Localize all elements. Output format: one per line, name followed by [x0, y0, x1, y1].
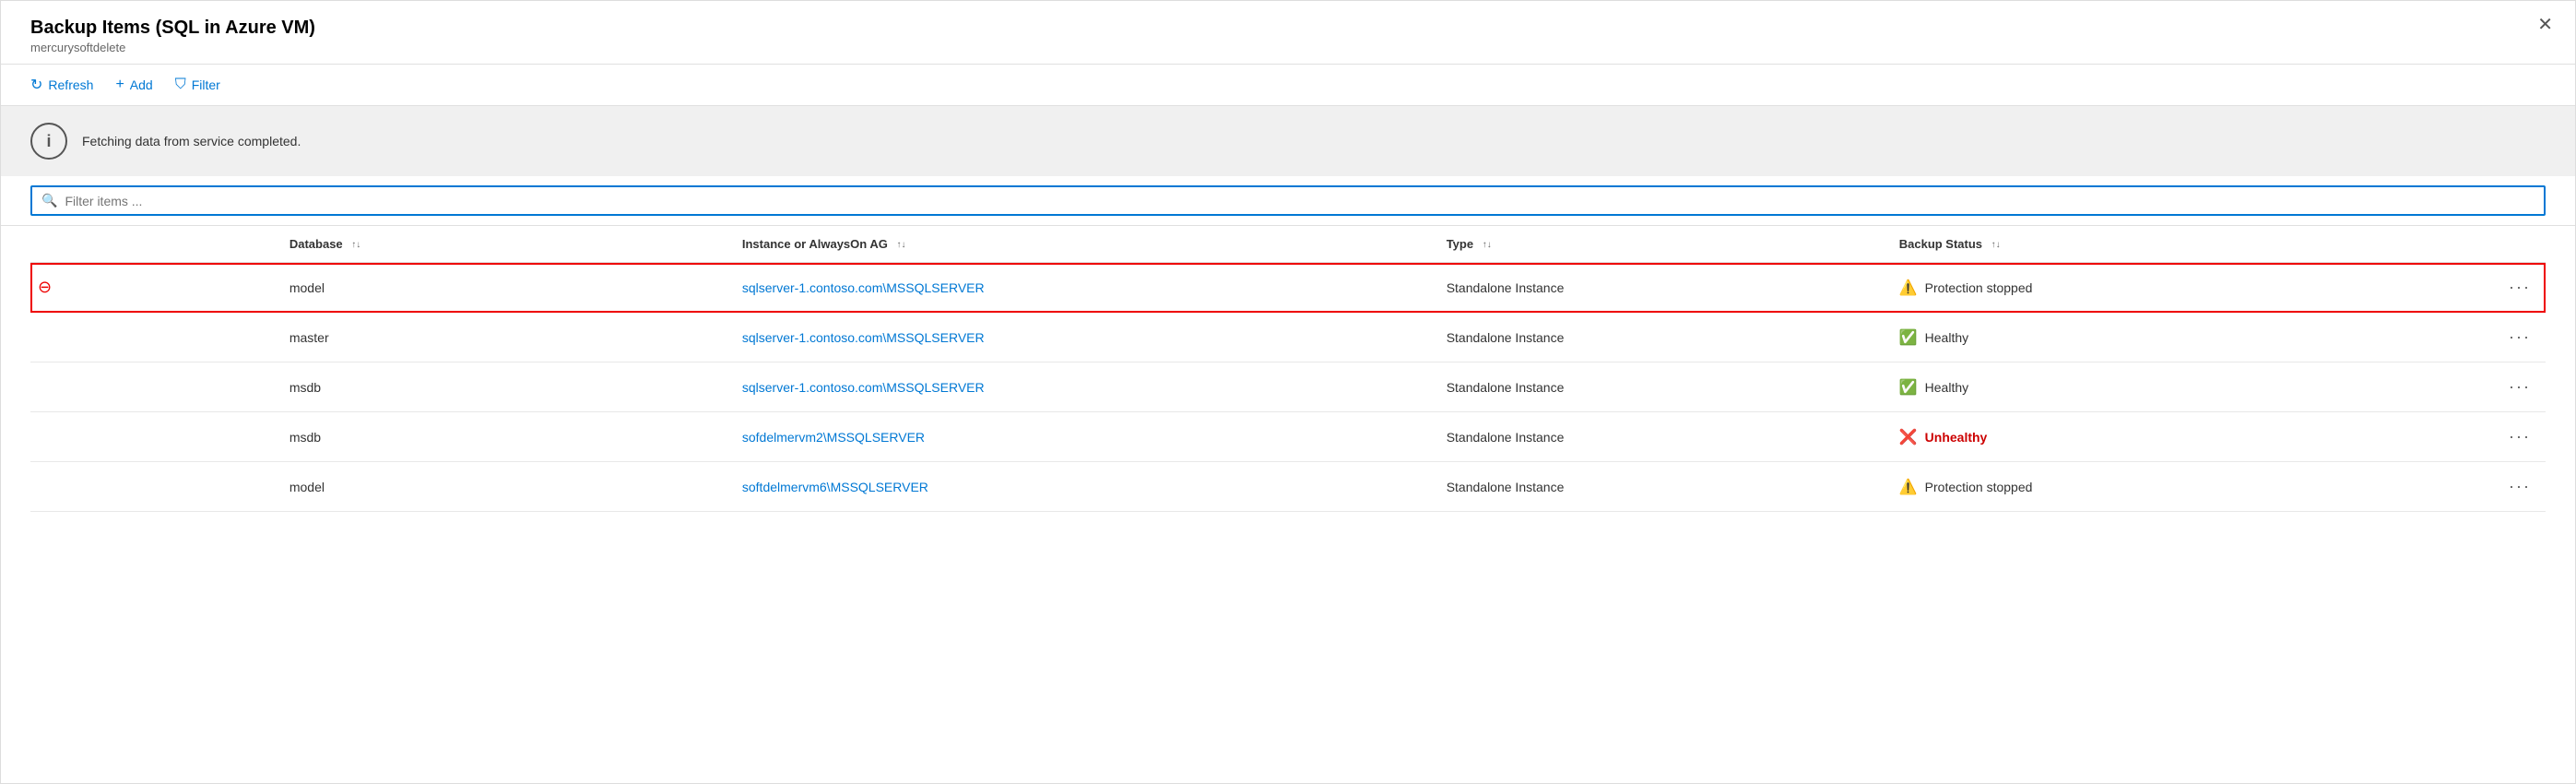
filter-row: 🔍: [1, 176, 2575, 226]
col-header-more: [2445, 226, 2546, 263]
sort-icon-instance[interactable]: ↑↓: [896, 241, 905, 250]
cell-instance[interactable]: sqlserver-1.contoso.com\MSSQLSERVER: [735, 362, 1439, 412]
cell-type: Standalone Instance: [1439, 462, 1892, 512]
cell-more: ···: [2445, 462, 2546, 512]
cell-database: msdb: [282, 362, 735, 412]
filter-input-wrap: 🔍: [30, 185, 2546, 216]
cell-instance[interactable]: sqlserver-1.contoso.com\MSSQLSERVER: [735, 313, 1439, 362]
cell-status: ✅ Healthy: [1892, 313, 2445, 362]
cell-instance[interactable]: softdelmervm6\MSSQLSERVER: [735, 462, 1439, 512]
cell-more: ···: [2445, 263, 2546, 313]
instance-link[interactable]: sqlserver-1.contoso.com\MSSQLSERVER: [742, 280, 985, 295]
sort-icon-database[interactable]: ↑↓: [351, 241, 360, 250]
filter-input[interactable]: [65, 194, 2535, 208]
more-options-button[interactable]: ···: [2501, 375, 2538, 398]
status-badge: Unhealthy: [1925, 430, 1988, 445]
row-icon-cell: [30, 313, 282, 362]
table-row[interactable]: msdb sofdelmervm2\MSSQLSERVER Standalone I…: [30, 412, 2546, 462]
panel-header: Backup Items (SQL in Azure VM) mercuryso…: [1, 1, 2575, 65]
sort-icon-status[interactable]: ↑↓: [1991, 241, 2001, 250]
cell-status: ❌ Unhealthy: [1892, 412, 2445, 462]
status-badge: Protection stopped: [1925, 480, 2033, 494]
cell-instance[interactable]: sofdelmervm2\MSSQLSERVER: [735, 412, 1439, 462]
refresh-button[interactable]: ↻ Refresh: [30, 76, 93, 94]
table-container: Database ↑↓ Instance or AlwaysOn AG ↑↓ T…: [1, 226, 2575, 512]
cell-status: ⚠️ Protection stopped: [1892, 462, 2445, 512]
toolbar: ↻ Refresh + Add ⛉ Filter: [1, 65, 2575, 106]
main-panel: Backup Items (SQL in Azure VM) mercuryso…: [0, 0, 2576, 784]
filter-button[interactable]: ⛉ Filter: [175, 77, 220, 93]
status-healthy-icon: ✅: [1899, 378, 1918, 397]
table-row[interactable]: msdb sqlserver-1.contoso.com\MSSQLSERVER S…: [30, 362, 2546, 412]
status-healthy-icon: ✅: [1899, 328, 1918, 347]
col-header-instance[interactable]: Instance or AlwaysOn AG ↑↓: [735, 226, 1439, 263]
row-icon-cell: [30, 362, 282, 412]
cell-more: ···: [2445, 412, 2546, 462]
status-warning-icon: ⚠️: [1899, 478, 1918, 496]
add-label: Add: [130, 77, 153, 92]
instance-link[interactable]: sofdelmervm2\MSSQLSERVER: [742, 430, 925, 445]
cell-database: model: [282, 263, 735, 313]
more-options-button[interactable]: ···: [2501, 475, 2538, 498]
remove-icon: ⊖: [38, 278, 52, 296]
instance-link[interactable]: sqlserver-1.contoso.com\MSSQLSERVER: [742, 380, 985, 395]
cell-database: master: [282, 313, 735, 362]
refresh-label: Refresh: [48, 77, 93, 92]
info-banner: i Fetching data from service completed.: [1, 106, 2575, 176]
status-warning-icon: ⚠️: [1899, 279, 1918, 297]
cell-status: ✅ Healthy: [1892, 362, 2445, 412]
more-options-button[interactable]: ···: [2501, 276, 2538, 299]
data-table: Database ↑↓ Instance or AlwaysOn AG ↑↓ T…: [30, 226, 2546, 512]
close-button[interactable]: ✕: [2537, 16, 2553, 34]
panel-subtitle: mercurysoftdelete: [30, 41, 2546, 54]
row-icon-cell: [30, 462, 282, 512]
cell-more: ···: [2445, 362, 2546, 412]
cell-database: model: [282, 462, 735, 512]
info-icon: i: [30, 123, 67, 160]
status-badge: Healthy: [1925, 330, 1968, 345]
panel-title: Backup Items (SQL in Azure VM): [30, 18, 2546, 39]
sort-icon-type[interactable]: ↑↓: [1483, 241, 1492, 250]
cell-more: ···: [2445, 313, 2546, 362]
cell-database: msdb: [282, 412, 735, 462]
cell-status: ⚠️ Protection stopped: [1892, 263, 2445, 313]
instance-link[interactable]: softdelmervm6\MSSQLSERVER: [742, 480, 928, 494]
row-icon-cell: ⊖: [30, 263, 282, 313]
status-badge: Protection stopped: [1925, 280, 2033, 295]
banner-message: Fetching data from service completed.: [82, 134, 301, 148]
filter-icon: ⛉: [175, 77, 186, 93]
col-header-database[interactable]: Database ↑↓: [282, 226, 735, 263]
col-header-status[interactable]: Backup Status ↑↓: [1892, 226, 2445, 263]
status-error-icon: ❌: [1899, 428, 1918, 446]
instance-link[interactable]: sqlserver-1.contoso.com\MSSQLSERVER: [742, 330, 985, 345]
table-header-row: Database ↑↓ Instance or AlwaysOn AG ↑↓ T…: [30, 226, 2546, 263]
more-options-button[interactable]: ···: [2501, 425, 2538, 448]
status-badge: Healthy: [1925, 380, 1968, 395]
col-header-type[interactable]: Type ↑↓: [1439, 226, 1892, 263]
add-icon: +: [115, 77, 124, 93]
table-row[interactable]: master sqlserver-1.contoso.com\MSSQLSERVE…: [30, 313, 2546, 362]
cell-type: Standalone Instance: [1439, 362, 1892, 412]
add-button[interactable]: + Add: [115, 77, 152, 93]
refresh-icon: ↻: [30, 76, 42, 94]
row-icon-cell: [30, 412, 282, 462]
col-header-icon: [30, 226, 282, 263]
more-options-button[interactable]: ···: [2501, 326, 2538, 349]
cell-type: Standalone Instance: [1439, 263, 1892, 313]
cell-type: Standalone Instance: [1439, 412, 1892, 462]
table-row[interactable]: ⊖ model sqlserver-1.contoso.com\MSSQLSERVE…: [30, 263, 2546, 313]
filter-label: Filter: [192, 77, 220, 92]
cell-instance[interactable]: sqlserver-1.contoso.com\MSSQLSERVER: [735, 263, 1439, 313]
cell-type: Standalone Instance: [1439, 313, 1892, 362]
search-icon: 🔍: [41, 193, 57, 208]
table-row[interactable]: model softdelmervm6\MSSQLSERVER Standalone…: [30, 462, 2546, 512]
